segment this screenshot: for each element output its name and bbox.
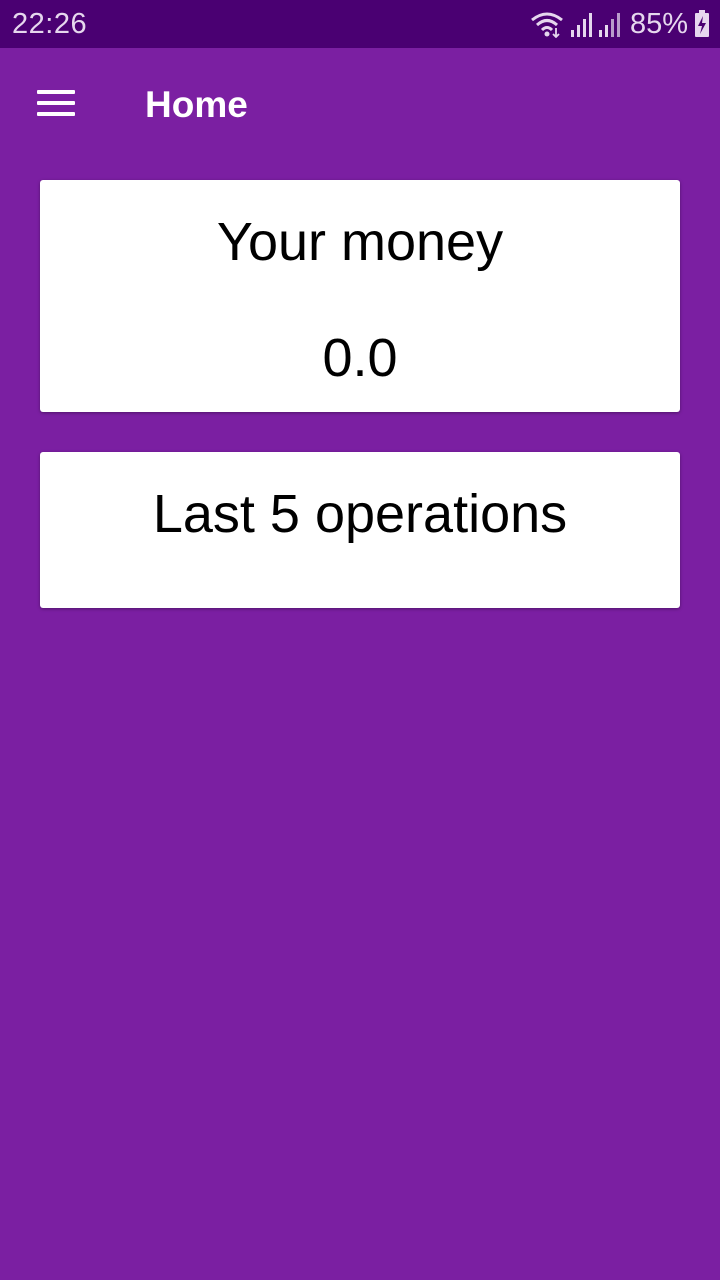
money-card: Your money 0.0 (40, 180, 680, 412)
status-bar: 22:26 85% (0, 0, 720, 48)
money-card-title: Your money (216, 212, 504, 272)
battery-percentage: 85% (629, 8, 688, 40)
app-bar: Home (0, 48, 720, 160)
signal-icon (570, 11, 592, 37)
operations-card-title: Last 5 operations (152, 484, 568, 544)
hamburger-menu-icon[interactable] (28, 78, 84, 128)
battery-charging-icon (694, 10, 710, 38)
money-balance-value: 0.0 (322, 328, 398, 388)
status-icons: 85% (530, 6, 710, 42)
page-title: Home (145, 84, 248, 125)
operations-card: Last 5 operations (40, 452, 680, 608)
status-time: 22:26 (12, 8, 88, 40)
signal-icon (598, 11, 620, 37)
wifi-icon (530, 10, 564, 38)
